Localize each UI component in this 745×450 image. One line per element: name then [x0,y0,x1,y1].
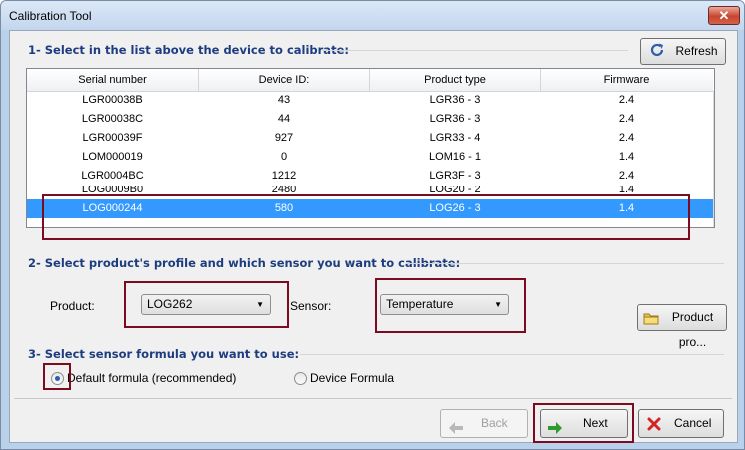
column-product-type[interactable]: Product type [370,69,541,91]
product-type-cell: LGR3F - 3 [429,170,481,182]
section1-title: 1- Select in the list above the device t… [28,43,349,57]
cancel-label: Cancel [674,416,712,430]
device-list-header: Serial number Device ID: Product type Fi… [27,69,713,92]
device-id-cell: 44 [277,113,291,125]
firmware-cell: 2.4 [618,113,635,125]
table-row[interactable]: LGR0004BC 1212 LGR3F - 3 2.4 [27,167,713,186]
product-highlight [124,281,289,328]
product-type-cell: LGR36 - 3 [429,94,481,106]
dialog-body: 1- Select in the list above the device t… [9,30,738,443]
calibration-window: Calibration Tool ✕ 1- Select in the list… [0,0,745,450]
close-button[interactable]: ✕ [708,6,740,25]
folder-icon [643,309,659,334]
table-row[interactable]: LGR00038C 44 LGR36 - 3 2.4 [27,110,713,129]
default-formula-highlight [43,363,71,390]
product-label: Product: [50,299,95,313]
serial-number-cell: LGR0004BC [81,170,144,182]
device-id-cell: 43 [277,94,291,106]
window-title: Calibration Tool [9,9,92,23]
footer-divider [14,398,732,399]
selected-row-highlight [42,194,690,240]
section3-title: 3- Select sensor formula you want to use… [28,347,300,361]
cancel-button[interactable]: Cancel [638,409,724,438]
product-type-cell: LGR36 - 3 [429,113,481,125]
column-device-id[interactable]: Device ID: [199,69,370,91]
sensor-highlight [375,278,526,333]
firmware-cell: 2.4 [618,132,635,144]
section2-title: 2- Select product's profile and which se… [28,256,461,270]
serial-number-cell: LGR00038B [82,94,143,106]
refresh-icon [649,42,665,67]
serial-number-cell: LGR00038C [81,113,144,125]
firmware-cell: 2.4 [618,170,635,182]
column-serial-number[interactable]: Serial number [27,69,199,91]
cancel-x-icon [646,415,662,442]
table-row[interactable]: LGR00038B 43 LGR36 - 3 2.4 [27,91,713,110]
vertical-scrollbar[interactable]: ▲ ≡ ▼ [713,91,715,227]
product-profile-label: Product pro... [671,310,714,349]
back-arrow-icon [449,417,463,444]
scroll-down-arrow-icon[interactable]: ▼ [714,210,715,227]
device-formula-label[interactable]: Device Formula [310,371,394,385]
refresh-list-button[interactable]: Refresh List [640,38,726,83]
device-id-cell: 1212 [271,170,297,182]
column-firmware[interactable]: Firmware [541,69,712,91]
sensor-label: Sensor: [290,299,332,313]
device-formula-radio[interactable] [294,372,307,385]
serial-number-cell: LOM000019 [82,151,143,163]
table-row[interactable]: LGR00039F 927 LGR33 - 4 2.4 [27,129,713,148]
serial-number-cell: LGR00039F [82,132,143,144]
product-profile-button[interactable]: Product pro... [637,304,727,349]
scroll-up-arrow-icon[interactable]: ▲ [714,91,715,108]
product-type-cell: LGR33 - 4 [429,132,481,144]
table-row[interactable]: LOM000019 0 LOM16 - 1 1.4 [27,148,713,167]
title-bar: Calibration Tool ✕ [1,1,744,30]
default-formula-label[interactable]: Default formula (recommended) [67,371,236,385]
product-type-cell: LOM16 - 1 [429,151,481,163]
back-button[interactable]: Back [440,409,528,438]
firmware-cell: 1.4 [618,151,635,163]
device-id-cell: 0 [280,151,288,163]
section2-divider [406,263,724,264]
section1-divider [322,50,628,51]
device-id-cell: 927 [274,132,294,144]
section3-divider [300,354,724,355]
firmware-cell: 2.4 [618,94,635,106]
next-button-highlight [533,403,634,443]
back-label: Back [481,416,508,430]
